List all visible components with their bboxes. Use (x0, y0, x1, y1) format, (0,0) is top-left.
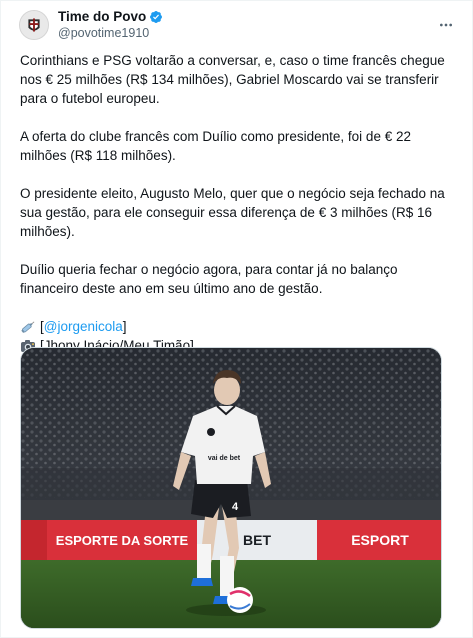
tweet-card: Time do Povo @povotime1910 Corinthians e… (0, 0, 473, 638)
shirt-sponsor: vai de bet (208, 455, 241, 462)
board-right-text: ESPORT (351, 532, 409, 548)
tweet-paragraph: Corinthians e PSG voltarão a conversar, … (20, 53, 445, 106)
avatar[interactable] (19, 10, 49, 40)
syringe-icon (20, 320, 36, 334)
tweet-paragraph: A oferta do clube francês com Duílio com… (20, 129, 411, 163)
source-bracket-close: ] (122, 319, 127, 334)
tweet-photo[interactable]: ESPORTE DA SORTE BET ESPORT 4 vai de bet (20, 347, 442, 629)
team-crest-avatar-icon (20, 11, 48, 39)
tweet-paragraph: O presidente eleito, Augusto Melo, quer … (20, 186, 445, 239)
more-options-icon[interactable] (434, 13, 458, 37)
player-number: 4 (232, 501, 239, 513)
tweet-paragraph: Duílio queria fechar o negócio agora, pa… (20, 262, 398, 296)
source-link[interactable]: @jorgenicola (44, 317, 123, 336)
verified-badge-icon (149, 10, 163, 24)
tweet-text: Corinthians e PSG voltarão a conversar, … (20, 51, 450, 355)
author-block: Time do Povo @povotime1910 (58, 9, 163, 41)
board-left-text: ESPORTE DA SORTE (56, 533, 189, 548)
football-player-photo: ESPORTE DA SORTE BET ESPORT 4 vai de bet (21, 348, 441, 628)
source-line: [ @jorgenicola ] (20, 317, 450, 336)
display-name[interactable]: Time do Povo (58, 9, 146, 25)
author-handle[interactable]: @povotime1910 (58, 25, 163, 41)
tweet-header: Time do Povo @povotime1910 (19, 8, 458, 42)
board-mid-text: BET (243, 532, 271, 548)
